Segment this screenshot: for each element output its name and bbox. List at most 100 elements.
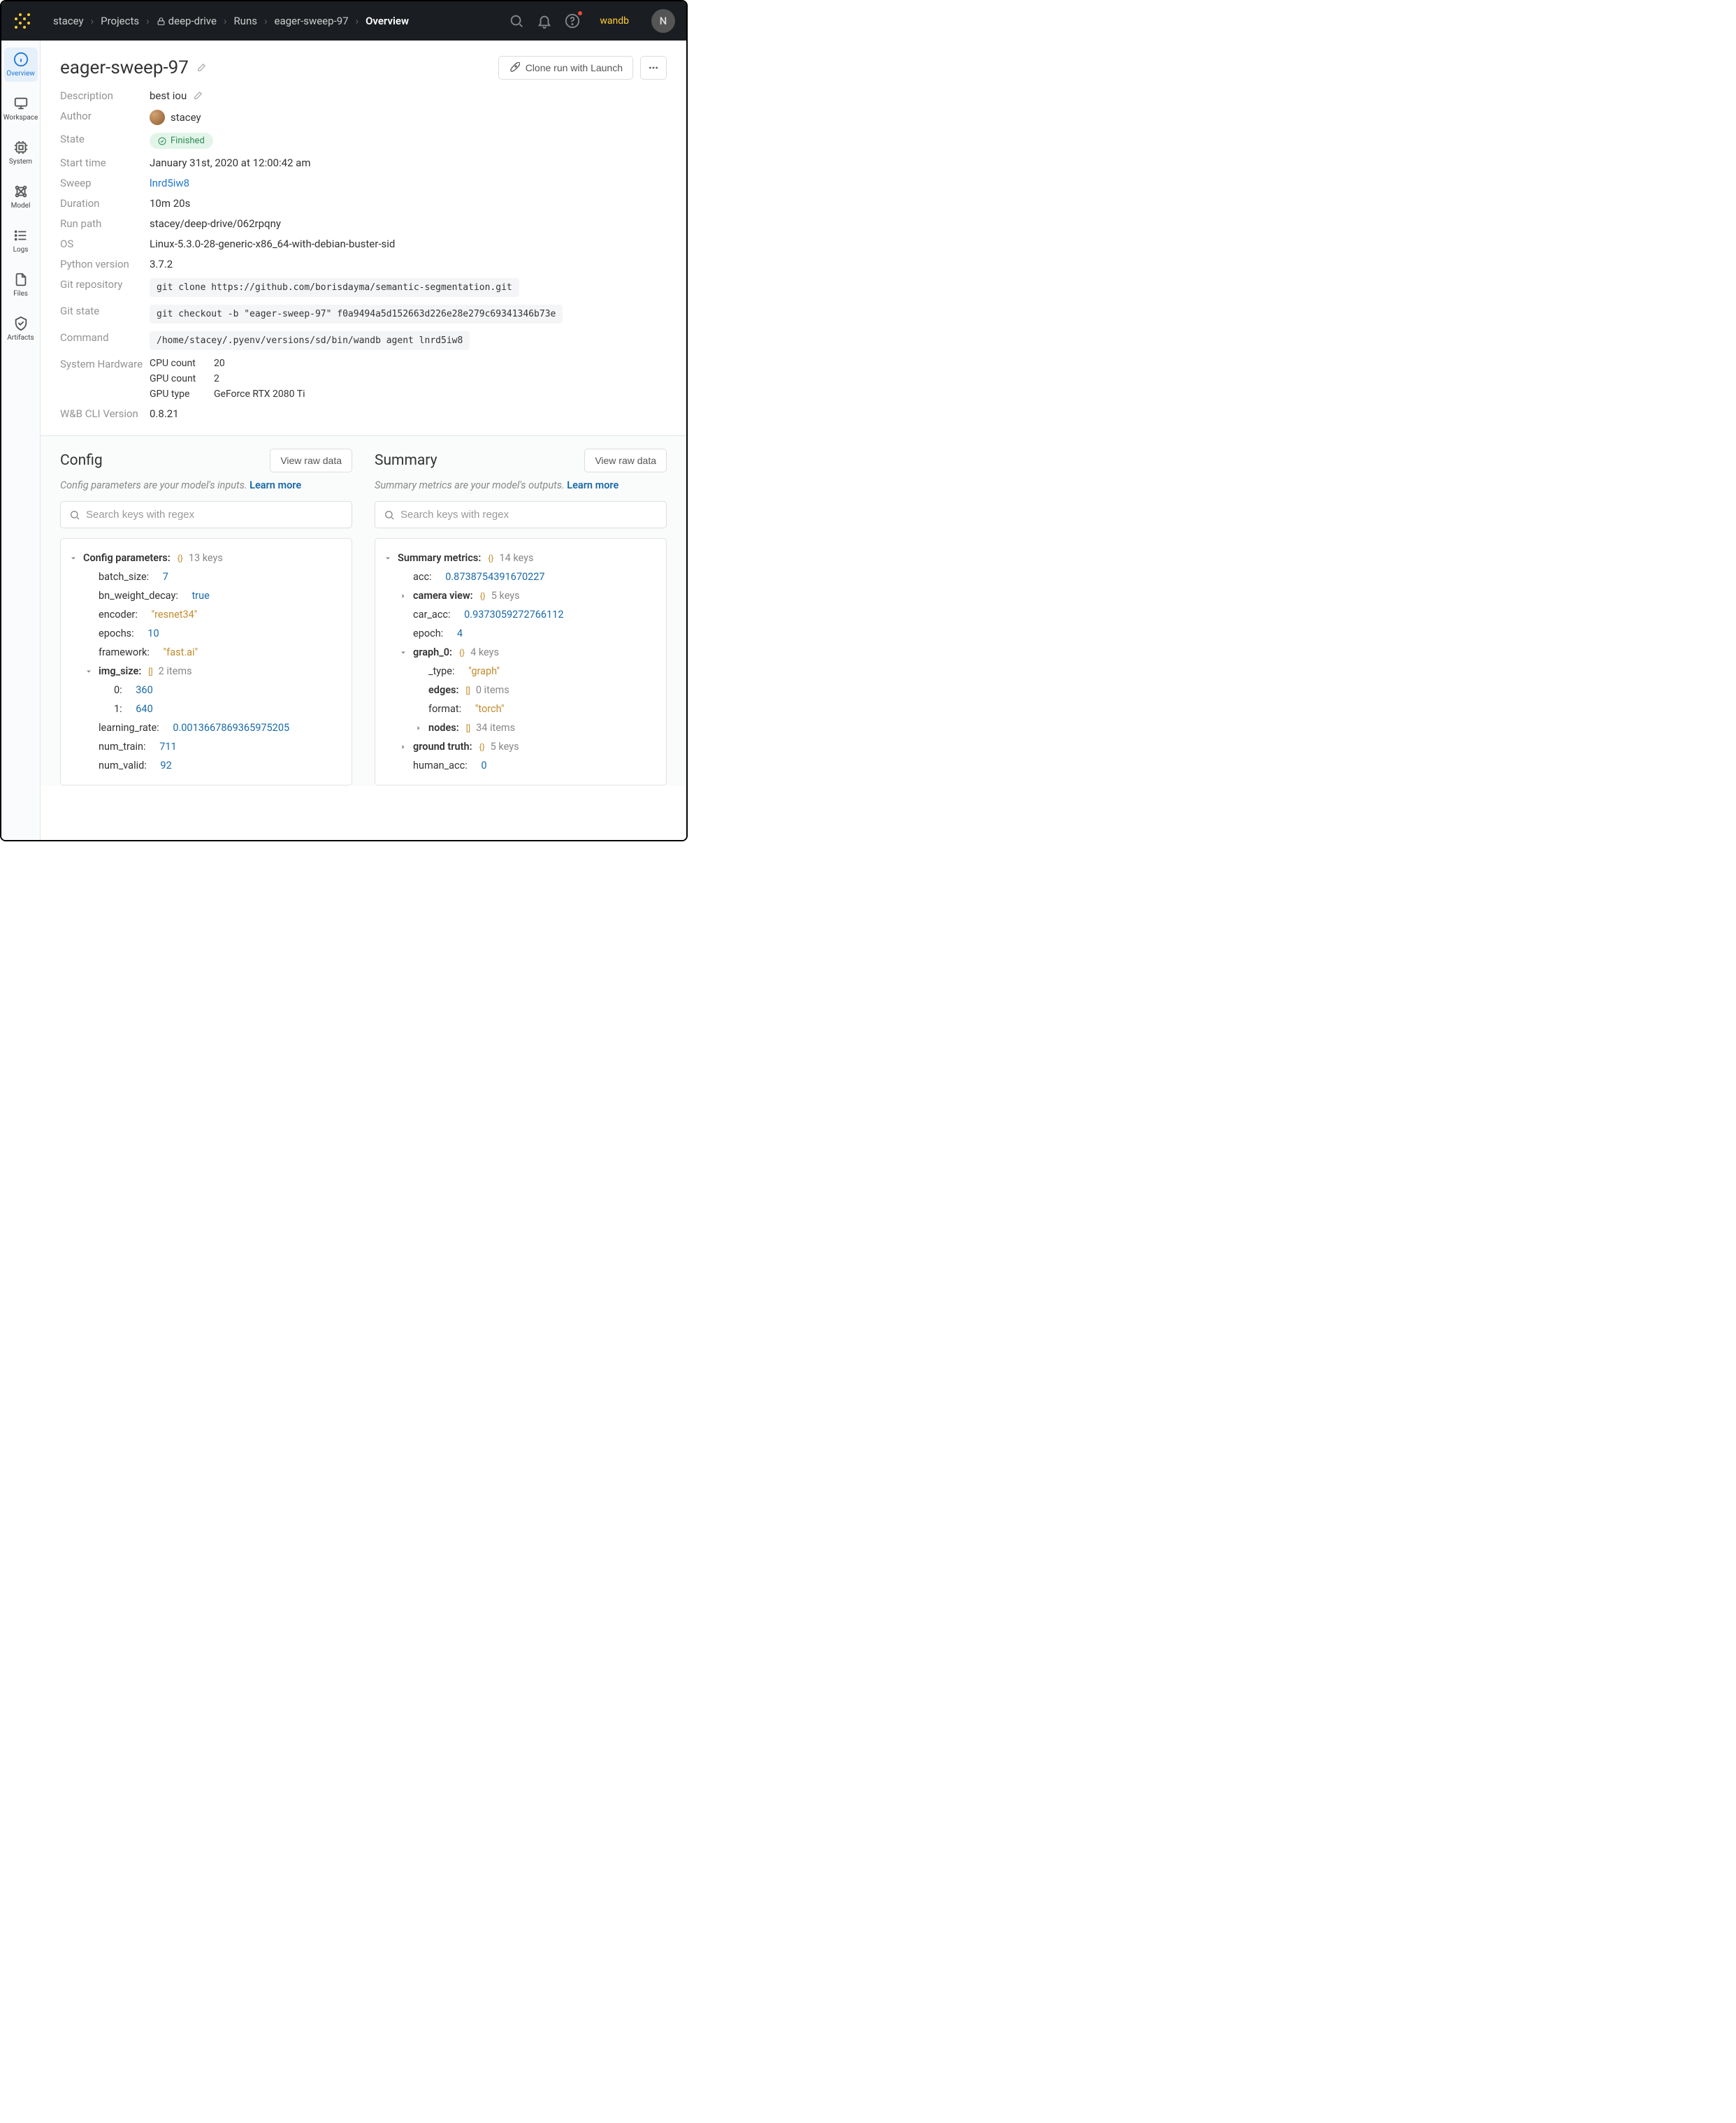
topbar-actions: wandb N xyxy=(509,9,675,33)
run-title: eager-sweep-97 xyxy=(60,57,206,78)
chevron-right-icon[interactable] xyxy=(399,592,407,600)
meta-label-python: Python version xyxy=(60,258,150,270)
breadcrumb-projects[interactable]: Projects xyxy=(101,15,139,27)
sidebar: Overview Workspace System Model Logs Fil… xyxy=(1,41,41,840)
sidebar-item-workspace[interactable]: Workspace xyxy=(4,92,38,126)
meta-label-hardware: System Hardware xyxy=(60,358,150,370)
breadcrumb-overview: Overview xyxy=(366,15,409,27)
object-icon: {} xyxy=(178,553,183,563)
object-icon: {} xyxy=(488,553,493,563)
meta-label-command: Command xyxy=(60,331,150,344)
chevron-down-icon[interactable] xyxy=(85,667,93,676)
config-desc: Config parameters are your model's input… xyxy=(60,479,352,491)
summary-search-input[interactable] xyxy=(400,509,658,521)
sidebar-label: Overview xyxy=(6,70,35,78)
meta-label-gitrepo: Git repository xyxy=(60,278,150,291)
sidebar-label: Model xyxy=(11,202,31,210)
git-repo-code[interactable]: git clone https://github.com/borisdayma/… xyxy=(150,278,519,297)
check-circle-icon xyxy=(158,137,166,145)
array-icon: [] xyxy=(465,686,470,695)
meta-label-cli: W&B CLI Version xyxy=(60,407,150,420)
breadcrumb-project[interactable]: deep-drive xyxy=(157,15,217,27)
hardware-grid: CPU count20 GPU count2 GPU typeGeForce R… xyxy=(150,358,305,400)
edit-icon[interactable] xyxy=(196,63,206,73)
summary-search[interactable] xyxy=(375,501,667,528)
breadcrumb-run[interactable]: eager-sweep-97 xyxy=(275,15,349,27)
chevron-down-icon[interactable] xyxy=(384,554,392,563)
bell-icon[interactable] xyxy=(537,13,552,29)
learn-more-link[interactable]: Learn more xyxy=(567,479,619,491)
array-icon: [] xyxy=(148,667,152,676)
edit-icon[interactable] xyxy=(192,91,203,101)
meta-label-gitstate: Git state xyxy=(60,305,150,317)
chevron-right-icon[interactable] xyxy=(399,743,407,751)
sidebar-item-overview[interactable]: Overview xyxy=(4,48,38,82)
search-icon xyxy=(69,509,80,521)
main-content: eager-sweep-97 Clone run with Launch xyxy=(41,41,686,840)
chevron-right-icon: › xyxy=(356,15,359,27)
meta-label-author: Author xyxy=(60,110,150,122)
breadcrumb: stacey › Projects › deep-drive › Runs › … xyxy=(53,15,500,27)
model-icon xyxy=(13,184,29,199)
config-panel: Config View raw data Config parameters a… xyxy=(60,449,352,785)
sidebar-label: Workspace xyxy=(3,114,38,122)
sidebar-item-system[interactable]: System xyxy=(4,136,38,170)
breadcrumb-stacey[interactable]: stacey xyxy=(53,15,84,27)
search-icon[interactable] xyxy=(509,13,524,29)
meta-label-sweep: Sweep xyxy=(60,177,150,189)
breadcrumb-runs[interactable]: Runs xyxy=(233,15,257,27)
sidebar-item-logs[interactable]: Logs xyxy=(4,224,38,258)
search-icon xyxy=(384,509,395,521)
config-tree: Config parameters: {} 13 keys batch_size… xyxy=(60,538,352,785)
config-title: Config xyxy=(60,452,103,469)
summary-panel: Summary View raw data Summary metrics ar… xyxy=(375,449,667,785)
ellipsis-icon xyxy=(648,62,659,73)
meta-value-os: Linux-5.3.0-28-generic-x86_64-with-debia… xyxy=(150,238,667,250)
git-state-code[interactable]: git checkout -b "eager-sweep-97" f0a9494… xyxy=(150,305,563,324)
chevron-right-icon[interactable] xyxy=(414,724,423,732)
more-actions-button[interactable] xyxy=(640,56,667,80)
view-raw-summary-button[interactable]: View raw data xyxy=(584,449,667,472)
sidebar-item-artifacts[interactable]: Artifacts xyxy=(4,312,38,346)
workspace-icon xyxy=(13,96,29,111)
chevron-right-icon: › xyxy=(146,15,150,27)
user-avatar[interactable]: N xyxy=(651,9,675,33)
chevron-down-icon[interactable] xyxy=(69,554,78,563)
chevron-right-icon: › xyxy=(224,15,227,27)
meta-value-runpath: stacey/deep-drive/062rpqny xyxy=(150,217,667,230)
clone-run-button[interactable]: Clone run with Launch xyxy=(498,56,633,80)
run-metadata: Description best iou Author stacey State xyxy=(60,89,667,420)
sidebar-label: System xyxy=(9,158,32,166)
state-badge: Finished xyxy=(150,133,213,149)
help-icon[interactable] xyxy=(565,13,580,29)
config-search[interactable] xyxy=(60,501,352,528)
summary-desc: Summary metrics are your model's outputs… xyxy=(375,479,667,491)
learn-more-link[interactable]: Learn more xyxy=(249,479,301,491)
chevron-right-icon: › xyxy=(264,15,268,27)
meta-value-author[interactable]: stacey xyxy=(150,110,667,125)
topbar: stacey › Projects › deep-drive › Runs › … xyxy=(1,1,686,41)
sweep-link[interactable]: lnrd5iw8 xyxy=(150,177,189,189)
summary-title: Summary xyxy=(375,452,437,469)
info-icon xyxy=(13,52,29,67)
files-icon xyxy=(13,272,29,287)
object-icon: {} xyxy=(480,591,486,601)
sidebar-item-files[interactable]: Files xyxy=(4,268,38,302)
sidebar-item-model[interactable]: Model xyxy=(4,180,38,214)
array-icon: [] xyxy=(466,723,470,733)
meta-label-state: State xyxy=(60,133,150,145)
view-raw-config-button[interactable]: View raw data xyxy=(270,449,352,472)
brand-label[interactable]: wandb xyxy=(600,15,629,27)
system-icon xyxy=(13,140,29,155)
sidebar-label: Logs xyxy=(13,246,29,254)
command-code[interactable]: /home/stacey/.pyenv/versions/sd/bin/wand… xyxy=(150,331,470,350)
author-avatar xyxy=(150,110,165,125)
meta-value-python: 3.7.2 xyxy=(150,258,667,270)
chevron-down-icon[interactable] xyxy=(399,649,407,657)
config-search-input[interactable] xyxy=(86,509,343,521)
artifacts-icon xyxy=(13,316,29,331)
logs-icon xyxy=(13,228,29,243)
object-icon: {} xyxy=(459,648,465,658)
sidebar-label: Files xyxy=(13,290,28,298)
wandb-logo[interactable] xyxy=(13,11,32,31)
